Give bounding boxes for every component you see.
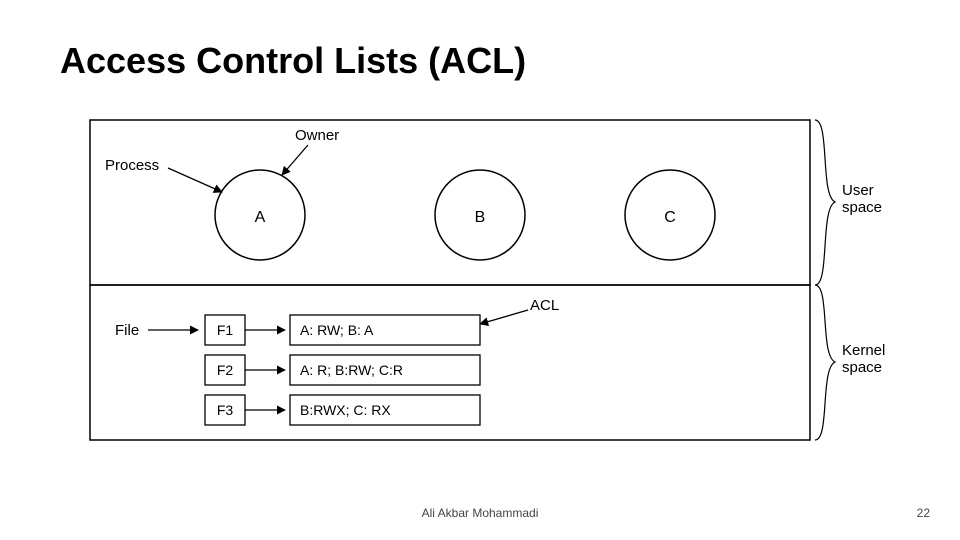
label-acl1: A: RW; B: A [300,322,374,338]
slide: Access Control Lists (ACL) Userspace Ker… [0,0,960,540]
label-file: File [115,322,139,339]
label-owner: Owner [295,127,339,144]
kernel-space-box [90,285,810,440]
brace-kernel-space [815,285,835,440]
label-f2: F2 [217,362,234,378]
label-f3: F3 [217,402,234,418]
circle-c-label: C [664,209,676,226]
user-space-box [90,120,810,285]
label-f1: F1 [217,322,234,338]
label-acl: ACL [530,297,559,314]
label-process: Process [105,157,159,174]
circle-b-label: B [475,209,486,226]
arrow-owner [282,145,308,175]
footer-author: Ali Akbar Mohammadi [0,506,960,520]
label-acl3: B:RWX; C: RX [300,402,391,418]
acl-diagram: Userspace Kernelspace A B C Process Owne… [60,110,900,460]
label-acl2: A: R; B:RW; C:R [300,362,403,378]
arrow-acl [480,310,528,324]
arrow-process [168,168,222,192]
label-user-space: Userspace [842,182,882,216]
label-kernel-space: Kernelspace [842,342,885,376]
brace-user-space [815,120,835,285]
slide-title: Access Control Lists (ACL) [60,40,526,82]
circle-a-label: A [255,209,266,226]
footer-page-number: 22 [917,506,930,520]
